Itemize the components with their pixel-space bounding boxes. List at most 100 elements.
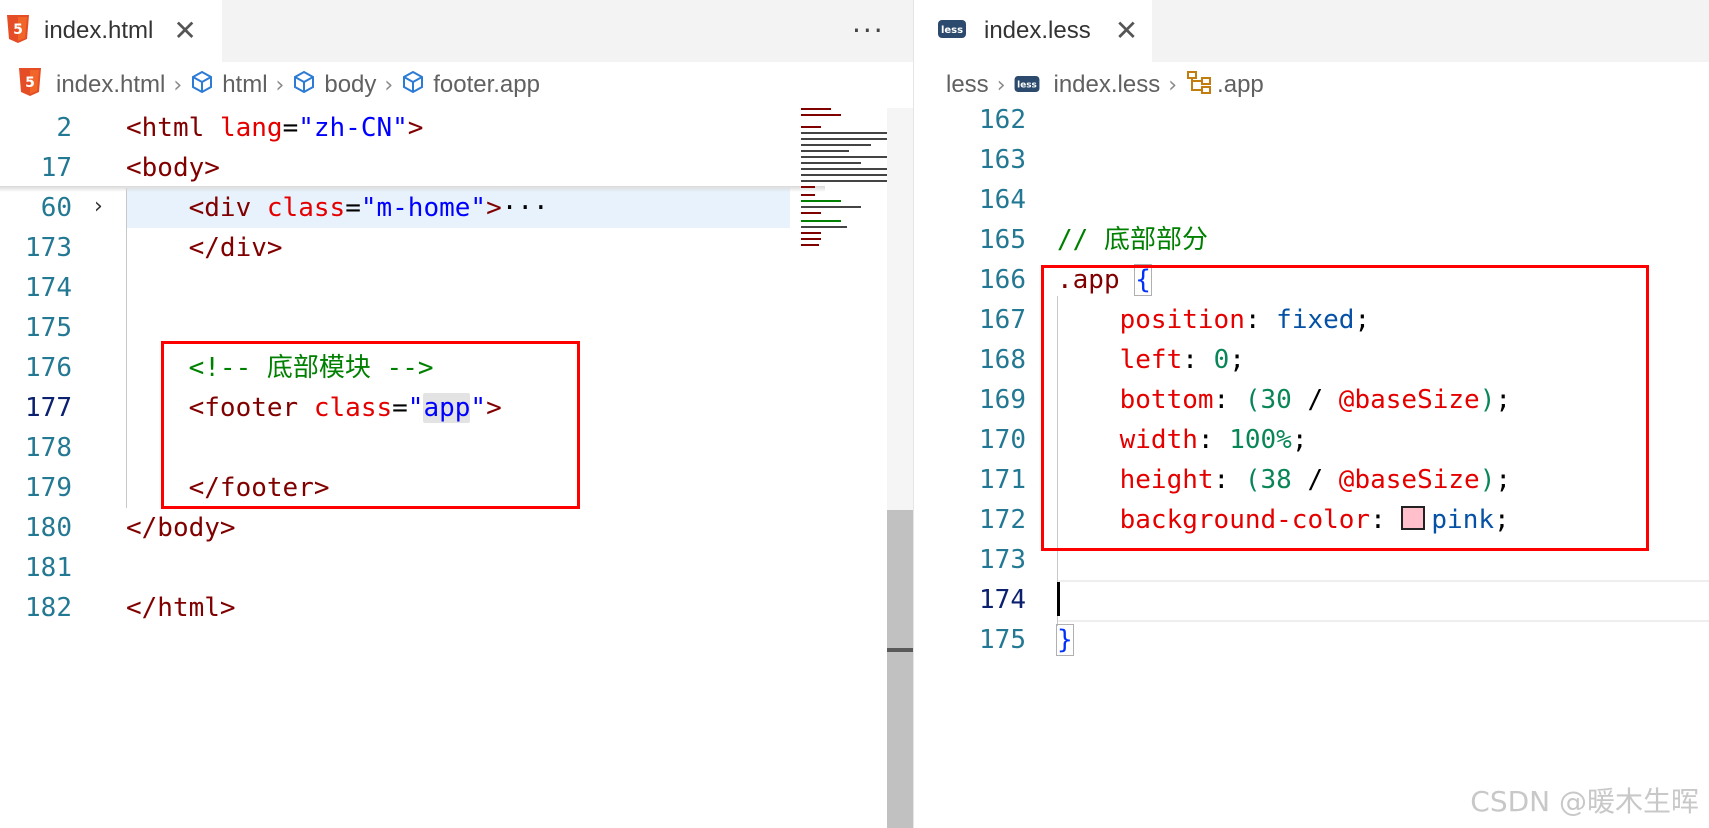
code-token: class (266, 193, 346, 223)
code-token: < (126, 113, 142, 143)
line-number: 174 (979, 585, 1026, 615)
minimap-line (801, 132, 889, 134)
minimap-line (801, 238, 821, 240)
code-token: = (345, 193, 361, 223)
line-number: 178 (25, 433, 72, 463)
code-line[interactable]: 180 </body> (0, 508, 913, 548)
line-number: 175 (25, 313, 72, 343)
highlight-box (1041, 265, 1649, 551)
code-text: // 底部部分 (1057, 220, 1208, 260)
code-line[interactable]: 173 </div> (0, 228, 913, 268)
minimap-line (801, 244, 819, 246)
line-number: 181 (25, 553, 72, 583)
line-number: 173 (979, 545, 1026, 575)
code-token: ··· (501, 193, 549, 223)
code-token: html (141, 113, 205, 143)
code-line[interactable]: 174 (0, 268, 913, 308)
line-number: 167 (979, 305, 1026, 335)
minimap-line (801, 156, 889, 158)
line-number: 180 (25, 513, 72, 543)
code-line[interactable]: 2 <html lang="zh-CN"> (0, 108, 913, 148)
code-text: </html> (126, 588, 236, 628)
code-token: "m-home" (360, 193, 487, 223)
minimap-line (801, 114, 841, 116)
minimap-line (801, 232, 821, 234)
minimap-line (801, 144, 871, 146)
highlight-box (161, 341, 580, 509)
line-number: 182 (25, 593, 72, 623)
line-number: 179 (25, 473, 72, 503)
minimap[interactable] (795, 108, 889, 248)
minimap-line (801, 174, 889, 176)
code-token: lang (219, 113, 283, 143)
line-number: 173 (25, 233, 72, 263)
line-number: 175 (979, 625, 1026, 655)
code-text: </body> (126, 508, 236, 548)
line-number: 174 (25, 273, 72, 303)
minimap-line (801, 200, 841, 202)
scroll-position-marker (887, 648, 913, 652)
code-line[interactable]: 163 (914, 140, 1709, 180)
minimap-line (801, 168, 889, 170)
minimap-line (801, 186, 815, 188)
code-line[interactable]: 175} (914, 620, 1709, 660)
code-line[interactable]: 174 (914, 580, 1709, 620)
code-line[interactable]: 164 (914, 180, 1709, 220)
minimap-line (801, 226, 847, 228)
line-number: 166 (979, 265, 1026, 295)
line-number: 164 (979, 185, 1026, 215)
minimap-line (801, 212, 821, 214)
minimap-line (801, 194, 815, 196)
code-token: > (407, 113, 424, 143)
minimap-line (801, 108, 831, 110)
code-token: </html> (126, 593, 236, 623)
line-number: 60 (40, 193, 72, 223)
code-token: } (1056, 624, 1074, 656)
code-line[interactable]: 182 </html> (0, 588, 913, 628)
line-number: 171 (979, 465, 1026, 495)
code-line[interactable]: 162 (914, 100, 1709, 140)
minimap-line (801, 220, 841, 222)
code-token: // 底部部分 (1057, 225, 1208, 255)
code-line[interactable]: 181 (0, 548, 913, 588)
code-token: > (486, 193, 502, 223)
code-text: } (1056, 620, 1074, 660)
line-number: 17 (40, 153, 72, 183)
right-editor-pane: less index.less ✕ less › less index.less… (914, 0, 1709, 828)
code-token: <body> (126, 153, 220, 183)
minimap-line (801, 138, 889, 140)
code-token: <div (188, 193, 252, 223)
line-number: 172 (979, 505, 1026, 535)
code-text: <div class="m-home">··· (126, 188, 549, 228)
minimap-line (801, 206, 861, 208)
line-number: 169 (979, 385, 1026, 415)
code-line[interactable]: 60 <div class="m-home">··· (0, 188, 913, 228)
line-number: 162 (979, 105, 1026, 135)
code-text: <body> (126, 148, 220, 188)
line-number: 2 (56, 113, 72, 143)
line-number: 165 (979, 225, 1026, 255)
minimap-line (801, 162, 861, 164)
line-number: 168 (979, 345, 1026, 375)
code-text: </div> (126, 228, 283, 268)
code-token: "zh-CN" (298, 113, 408, 143)
minimap-line (801, 150, 849, 152)
line-number: 163 (979, 145, 1026, 175)
code-text: <html lang="zh-CN"> (126, 108, 423, 148)
minimap-line (801, 126, 821, 128)
scrollbar-thumb[interactable] (887, 510, 913, 828)
code-token: </body> (126, 513, 236, 543)
line-number: 170 (979, 425, 1026, 455)
left-editor-pane: 5 index.html ✕ ··· 5 index.html › html ›… (0, 0, 913, 828)
code-token: = (282, 113, 299, 143)
code-line[interactable]: 165 // 底部部分 (914, 220, 1709, 260)
line-number: 176 (25, 353, 72, 383)
minimap-line (801, 180, 889, 182)
code-line[interactable]: 17 <body> (0, 148, 913, 188)
line-number: 177 (25, 393, 72, 423)
code-token: </div> (188, 233, 283, 263)
